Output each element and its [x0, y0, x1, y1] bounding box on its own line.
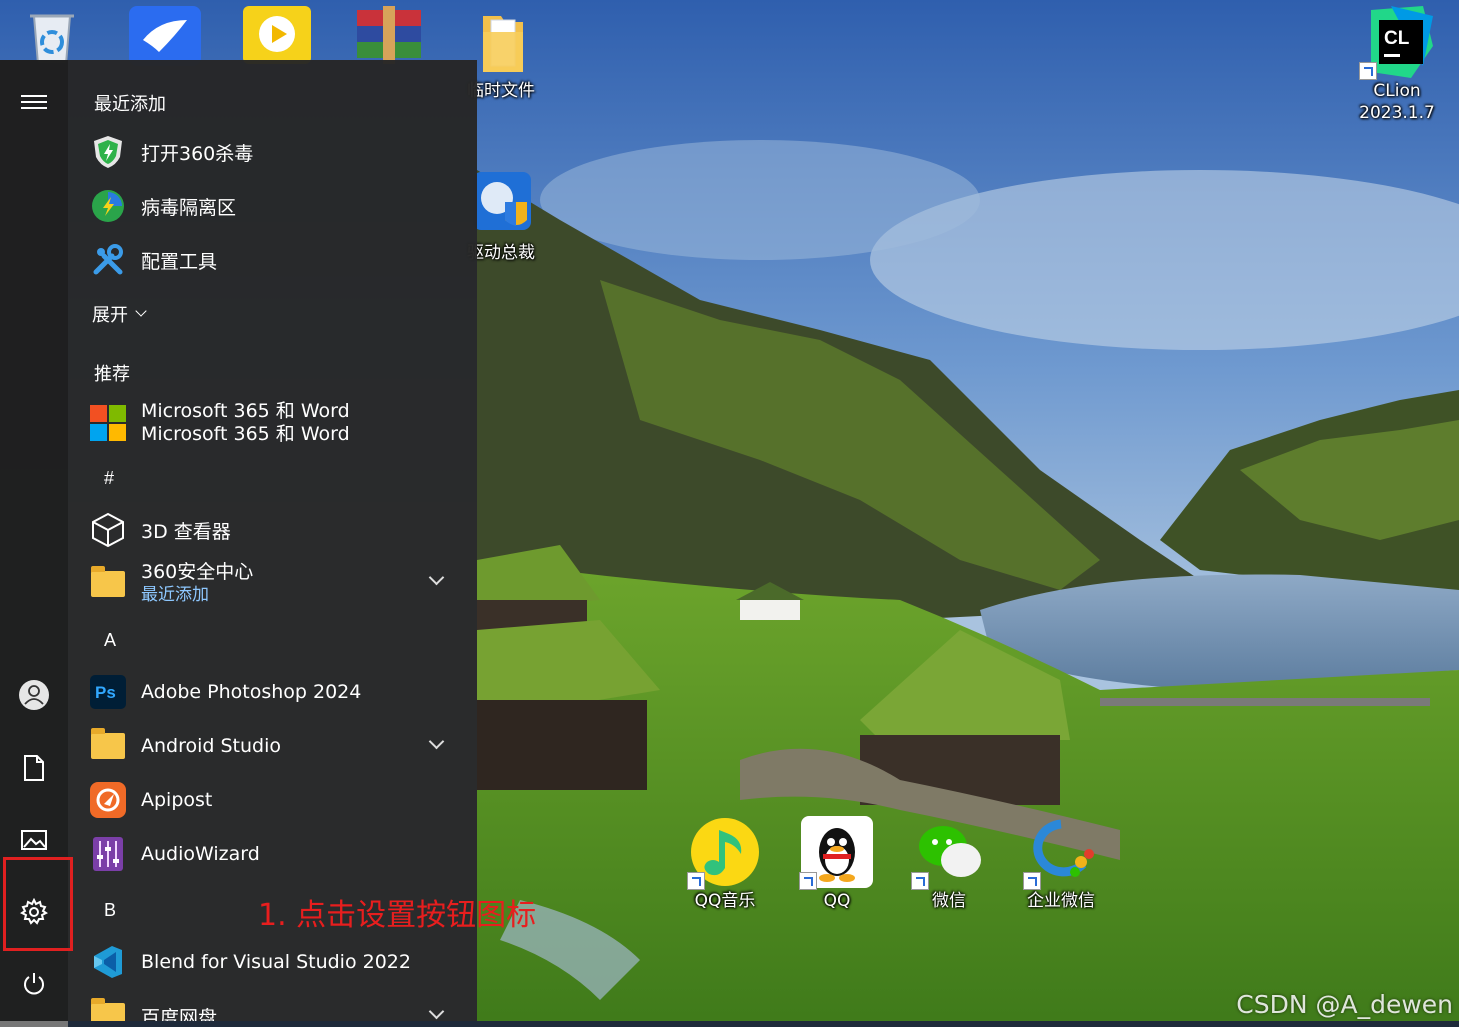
app-label: 打开360杀毒: [141, 142, 254, 165]
desktop-icon-label-line2: 2023.1.7: [1359, 103, 1435, 123]
recently-added-header: 最近添加: [94, 94, 166, 115]
app-label: 360安全中心: [141, 561, 254, 583]
power-button[interactable]: [0, 954, 68, 1014]
expand-button[interactable]: 展开: [92, 290, 472, 338]
clion-icon: CL: [1359, 6, 1433, 80]
folder-icon: [90, 566, 126, 602]
desktop-qq[interactable]: QQ: [782, 816, 892, 912]
group-letter-b[interactable]: B: [104, 900, 116, 921]
app-label: Apipost: [141, 789, 213, 811]
pictures-icon: [21, 830, 47, 850]
app-label: Adobe Photoshop 2024: [141, 681, 362, 703]
chevron-down-icon: [428, 1003, 445, 1020]
blend-icon: [90, 944, 126, 980]
desktop-icon-label: QQ音乐: [694, 891, 756, 911]
app-microsoft-365-word[interactable]: Microsoft 365 和 Word Microsoft 365 和 Wor…: [90, 398, 470, 448]
app-label: 3D 查看器: [141, 520, 231, 543]
desktop-icon-label: 企业微信: [1027, 891, 1095, 911]
chevron-down-icon: [135, 305, 147, 317]
desktop-qq-music[interactable]: QQ音乐: [670, 816, 780, 912]
app-label: Blend for Visual Studio 2022: [141, 951, 411, 973]
app-open-360-antivirus[interactable]: 打开360杀毒: [90, 128, 470, 176]
app-blend-visual-studio[interactable]: Blend for Visual Studio 2022: [90, 938, 470, 986]
audio-mixer-icon: [90, 836, 126, 872]
app-adobe-photoshop[interactable]: Ps Adobe Photoshop 2024: [90, 668, 470, 716]
chevron-down-icon: [428, 569, 445, 586]
settings-highlight-box: [3, 857, 73, 951]
desktop-wecom[interactable]: 企业微信: [1006, 816, 1116, 912]
shortcut-arrow-icon: [1023, 872, 1041, 890]
desktop-clion[interactable]: CL CLion 2023.1.7: [1342, 6, 1452, 124]
user-account-button[interactable]: [0, 665, 68, 725]
app-label: Microsoft 365 和 Word: [141, 400, 350, 422]
shortcut-arrow-icon: [911, 872, 929, 890]
recommended-header: 推荐: [94, 364, 130, 385]
shortcut-arrow-icon: [799, 872, 817, 890]
app-label: AudioWizard: [141, 843, 260, 865]
cube-icon: [90, 512, 126, 548]
shield-icon: [90, 134, 126, 170]
app-folder-android-studio[interactable]: Android Studio: [90, 722, 470, 770]
expand-menu-button[interactable]: [0, 72, 68, 132]
app-label: 配置工具: [141, 250, 218, 273]
group-letter-hash[interactable]: #: [104, 468, 114, 489]
quarantine-icon: [90, 188, 126, 224]
app-folder-360-security[interactable]: 360安全中心 最近添加: [90, 558, 470, 610]
app-virus-quarantine[interactable]: 病毒隔离区: [90, 182, 470, 230]
shortcut-arrow-icon: [687, 872, 705, 890]
microsoft-365-icon: [90, 405, 126, 441]
power-icon: [24, 973, 44, 995]
documents-button[interactable]: [0, 738, 68, 798]
taskbar-edge: [0, 1021, 1459, 1027]
qq-music-icon: [687, 816, 761, 890]
qq-icon: [799, 816, 873, 890]
app-apipost[interactable]: Apipost: [90, 776, 470, 824]
photoshop-badge: Ps: [95, 683, 116, 702]
app-audiowizard[interactable]: AudioWizard: [90, 830, 470, 878]
expand-label: 展开: [92, 305, 128, 326]
desktop-wechat[interactable]: 微信: [894, 816, 1004, 912]
desktop-icon-label-line1: CLion: [1373, 81, 1421, 101]
hamburger-icon: [21, 95, 47, 109]
user-icon: [19, 680, 49, 710]
document-icon: [24, 755, 44, 781]
wechat-icon: [911, 816, 985, 890]
app-list[interactable]: 最近添加 打开360杀毒 病毒隔离区 配置工具 展开 推荐 Microsoft …: [80, 60, 477, 1027]
svg-text:CL: CL: [1384, 28, 1410, 49]
group-letter-a[interactable]: A: [104, 630, 116, 651]
app-description: Microsoft 365 和 Word: [141, 423, 350, 445]
recently-added-tag: 最近添加: [141, 585, 209, 605]
instruction-annotation: 1. 点击设置按钮图标: [258, 898, 537, 933]
taskbar-start-accent: [0, 1021, 68, 1027]
desktop-icon-label: QQ: [823, 891, 851, 911]
wecom-icon: [1023, 816, 1097, 890]
folder-icon: [90, 728, 126, 764]
shortcut-arrow-icon: [1359, 62, 1377, 80]
app-config-tools[interactable]: 配置工具: [90, 236, 470, 284]
app-label: 病毒隔离区: [141, 196, 237, 219]
app-label: Android Studio: [141, 735, 282, 757]
app-3d-viewer[interactable]: 3D 查看器: [90, 506, 470, 554]
tools-icon: [90, 242, 126, 278]
csdn-watermark: CSDN @A_dewen: [1236, 990, 1453, 1019]
photoshop-icon: Ps: [90, 674, 126, 710]
apipost-icon: [90, 782, 126, 818]
chevron-down-icon: [428, 733, 445, 750]
desktop-icon-label: 微信: [932, 891, 966, 911]
